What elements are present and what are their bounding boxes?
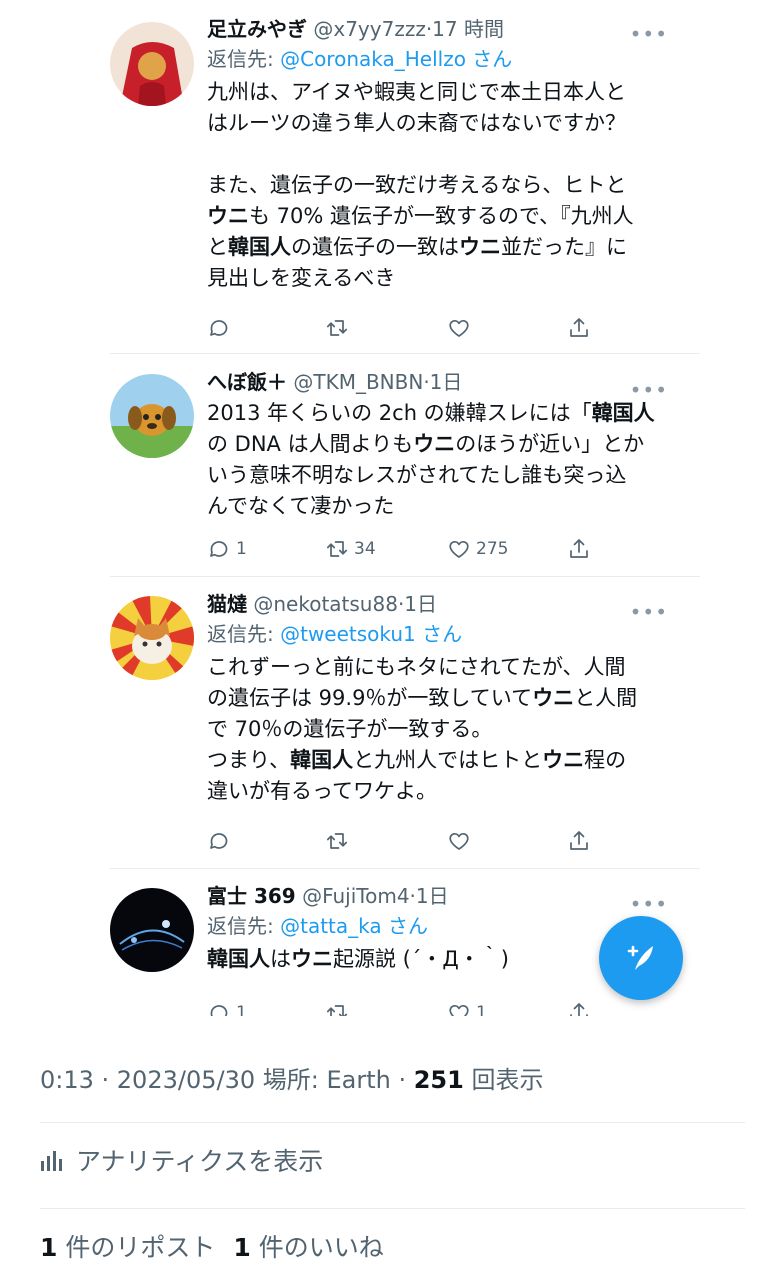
- more-icon[interactable]: •••: [630, 22, 668, 46]
- analytics-label: アナリティクスを表示: [76, 1147, 324, 1176]
- author-handle[interactable]: @TKM_BNBN: [293, 370, 423, 394]
- like-button[interactable]: [447, 313, 476, 343]
- timestamp[interactable]: 17 時間: [432, 17, 504, 41]
- tweet[interactable]: へぼ飯＋ @TKM_BNBN·1日 2013 年くらいの 2ch の嫌韓スレには…: [0, 366, 783, 576]
- reply-icon: [207, 316, 231, 340]
- like-button[interactable]: 1: [447, 998, 487, 1016]
- tweet[interactable]: 猫燵 @nekotatsu88·1日 返信先: @tweetsoku1 さん こ…: [0, 588, 783, 868]
- retweet-icon: [325, 829, 349, 853]
- divider: [40, 1122, 745, 1123]
- share-button[interactable]: [567, 313, 591, 343]
- reply-to-link[interactable]: @tatta_ka: [280, 914, 382, 938]
- more-icon[interactable]: •••: [630, 892, 668, 916]
- retweet-button[interactable]: [325, 998, 354, 1016]
- timestamp[interactable]: 1日: [416, 884, 449, 908]
- share-icon: [567, 829, 591, 853]
- author-name[interactable]: 猫燵: [207, 592, 247, 616]
- retweet-icon: [325, 1001, 349, 1016]
- avatar[interactable]: [110, 22, 194, 106]
- tweet-meta: 0:13 · 2023/05/30 場所: Earth · 251 回表示: [40, 1066, 544, 1094]
- like-icon: [447, 829, 471, 853]
- more-icon[interactable]: •••: [630, 378, 668, 402]
- like-count: 275: [476, 539, 509, 559]
- post-timestamp[interactable]: 0:13 · 2023/05/30: [40, 1066, 255, 1094]
- compose-button[interactable]: [599, 916, 683, 1000]
- more-icon[interactable]: •••: [630, 600, 668, 624]
- tweet-actions: 1 1: [207, 998, 597, 1016]
- like-button[interactable]: 275: [447, 534, 508, 564]
- retweet-button[interactable]: 34: [325, 534, 376, 564]
- tweet-actions: 1 34 275: [207, 534, 597, 564]
- reply-button[interactable]: [207, 826, 236, 856]
- author-handle[interactable]: @nekotatsu88: [253, 592, 398, 616]
- reply-icon: [207, 829, 231, 853]
- share-button[interactable]: [567, 826, 591, 856]
- divider: [110, 576, 700, 577]
- reply-icon: [207, 537, 231, 561]
- tweet-text: 2013 年くらいの 2ch の嫌韓スレには「韓国人 の DNA は人間よりもウ…: [207, 401, 655, 518]
- engagement-stats: 1 件のリポスト 1 件のいいね: [40, 1228, 384, 1264]
- avatar[interactable]: [110, 888, 194, 972]
- reply-button[interactable]: 1: [207, 998, 247, 1016]
- compose-icon: [627, 945, 653, 970]
- author-handle[interactable]: @x7yy7zzz: [313, 17, 425, 41]
- reply-button[interactable]: [207, 313, 236, 343]
- share-button[interactable]: [567, 534, 591, 564]
- retweet-icon: [325, 537, 349, 561]
- view-count: 251: [413, 1066, 464, 1094]
- avatar[interactable]: [110, 374, 194, 458]
- share-icon: [567, 537, 591, 561]
- view-analytics-button[interactable]: アナリティクスを表示: [40, 1142, 323, 1178]
- reposts-link[interactable]: 1 件のリポスト: [40, 1233, 215, 1262]
- author-handle[interactable]: @FujiTom4: [302, 884, 409, 908]
- share-icon: [567, 316, 591, 340]
- tweet-actions: [207, 826, 597, 856]
- retweet-count: 34: [354, 539, 376, 559]
- reply-to: 返信先: @tweetsoku1 さん: [207, 622, 463, 646]
- share-button[interactable]: [567, 998, 591, 1016]
- like-icon: [447, 537, 471, 561]
- reply-to: 返信先: @Coronaka_Hellzo さん: [207, 47, 513, 71]
- timestamp[interactable]: 1日: [430, 370, 463, 394]
- author-name[interactable]: 足立みやぎ: [207, 17, 307, 41]
- tweet-text: 九州は、アイヌや蝦夷と同じで本土日本人と はルーツの違う隼人の末裔ではないですか…: [207, 80, 634, 290]
- retweet-button[interactable]: [325, 826, 354, 856]
- author-name[interactable]: へぼ飯＋: [207, 370, 287, 394]
- divider: [40, 1208, 745, 1209]
- divider: [110, 868, 700, 869]
- timestamp[interactable]: 1日: [404, 592, 437, 616]
- likes-link[interactable]: 1 件のいいね: [233, 1233, 383, 1262]
- retweet-icon: [325, 316, 349, 340]
- share-icon: [567, 1001, 591, 1016]
- tweet[interactable]: 足立みやぎ @x7yy7zzz·17 時間 返信先: @Coronaka_Hel…: [0, 10, 783, 350]
- tweet-actions: [207, 313, 597, 343]
- reply-count: 1: [236, 539, 247, 559]
- divider: [110, 353, 700, 354]
- analytics-icon: [41, 1151, 62, 1171]
- like-button[interactable]: [447, 826, 476, 856]
- retweet-button[interactable]: [325, 313, 354, 343]
- reply-icon: [207, 1001, 231, 1016]
- reply-to-link[interactable]: @Coronaka_Hellzo: [280, 47, 466, 71]
- tweet-text: これずーっと前にもネタにされてたが、人間 の遺伝子は 99.9％が一致していてウ…: [207, 655, 638, 803]
- avatar[interactable]: [110, 596, 194, 680]
- like-icon: [447, 316, 471, 340]
- post-location[interactable]: Earth: [326, 1066, 390, 1094]
- reply-button[interactable]: 1: [207, 534, 247, 564]
- like-icon: [447, 1001, 471, 1016]
- author-name[interactable]: 富士 369: [207, 884, 296, 908]
- reply-to-link[interactable]: @tweetsoku1: [280, 622, 416, 646]
